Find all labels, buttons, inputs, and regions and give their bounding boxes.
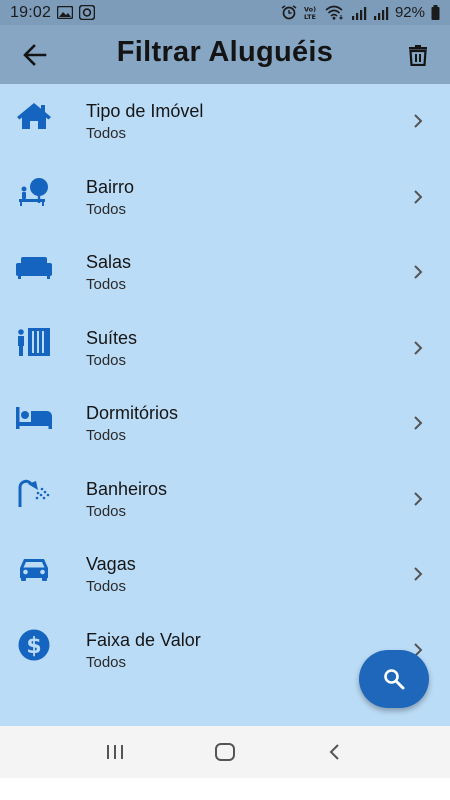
filter-label: Salas	[86, 252, 132, 272]
chevron-right-icon	[414, 340, 423, 355]
image-icon	[57, 6, 74, 19]
filter-label: Bairro	[86, 176, 135, 197]
filter-label: Tipo de Imóvel	[86, 101, 204, 121]
recents-icon	[107, 745, 123, 759]
car-icon	[14, 553, 54, 585]
recents-button[interactable]	[95, 732, 135, 772]
system-nav-bar	[0, 726, 450, 778]
dollar-icon: $	[14, 629, 54, 661]
battery-icon	[431, 5, 440, 20]
filter-label: Faixa de Valor	[86, 629, 201, 650]
filter-value: Todos	[86, 351, 127, 369]
delete-filters-button[interactable]	[404, 40, 432, 70]
filter-value: Todos	[86, 502, 127, 520]
chevron-right-icon	[414, 114, 423, 128]
filter-value: Todos	[86, 125, 127, 142]
filter-label: Suítes	[86, 327, 138, 348]
filter-item-salas[interactable]: Salas Todos	[0, 235, 450, 311]
search-fab-button[interactable]	[359, 650, 429, 708]
shower-icon	[14, 478, 54, 510]
status-right: Vo) LTE 92%	[281, 4, 440, 21]
filter-value: Todos	[86, 653, 127, 671]
signal-icon	[373, 6, 389, 20]
filter-label: Banheiros	[86, 478, 168, 499]
wifi-icon	[325, 5, 345, 20]
volte-icon: Vo) LTE	[303, 5, 319, 21]
page-title: Filtrar Aluguéis	[116, 36, 334, 68]
battery-percent: 92%	[394, 4, 425, 21]
chevron-right-icon	[414, 189, 423, 204]
filter-item-banheiros[interactable]: Banheiros Todos	[0, 462, 450, 538]
park-icon	[14, 176, 54, 208]
trash-icon	[409, 45, 427, 66]
filter-label: Vagas	[86, 554, 136, 574]
chevron-right-icon	[414, 416, 423, 430]
svg-text:$: $	[26, 634, 41, 659]
filter-item-suites[interactable]: Suítes Todos	[0, 311, 450, 387]
filter-item-dormitorios[interactable]: Dormitórios Todos	[0, 386, 450, 462]
nav-back-button[interactable]	[315, 732, 355, 772]
signal-icon	[351, 6, 367, 20]
app-bar: Filtrar Aluguéis	[0, 25, 450, 84]
bed-icon	[14, 402, 54, 434]
filter-content: Tipo de Imóvel Todos Bairro Todos Salas …	[0, 84, 450, 726]
chevron-right-icon	[414, 567, 423, 581]
home-icon	[215, 743, 235, 761]
status-left: 19:02	[10, 3, 96, 22]
filter-item-bairro[interactable]: Bairro Todos	[0, 160, 450, 236]
bottom-space	[0, 778, 450, 800]
camera-icon	[79, 5, 96, 20]
filter-list: Tipo de Imóvel Todos Bairro Todos Salas …	[0, 84, 450, 688]
home-button[interactable]	[205, 732, 245, 772]
chevron-right-icon	[414, 491, 423, 506]
house-icon	[14, 100, 54, 132]
alarm-icon	[281, 5, 297, 20]
back-icon	[329, 744, 339, 760]
svg-text:LTE: LTE	[304, 13, 316, 20]
filter-value: Todos	[86, 276, 127, 293]
status-time: 19:02	[10, 3, 52, 21]
filter-item-vagas[interactable]: Vagas Todos	[0, 537, 450, 613]
wardrobe-icon	[14, 327, 54, 359]
filter-label: Dormitórios	[86, 403, 179, 423]
filter-value: Todos	[86, 427, 127, 444]
filter-value: Todos	[86, 578, 127, 595]
status-bar: 19:02 Vo) LTE 92%	[0, 0, 450, 25]
sofa-icon	[14, 251, 54, 283]
chevron-right-icon	[414, 265, 423, 279]
filter-value: Todos	[86, 200, 127, 218]
filter-item-tipo-imovel[interactable]: Tipo de Imóvel Todos	[0, 84, 450, 160]
search-icon	[384, 669, 405, 690]
